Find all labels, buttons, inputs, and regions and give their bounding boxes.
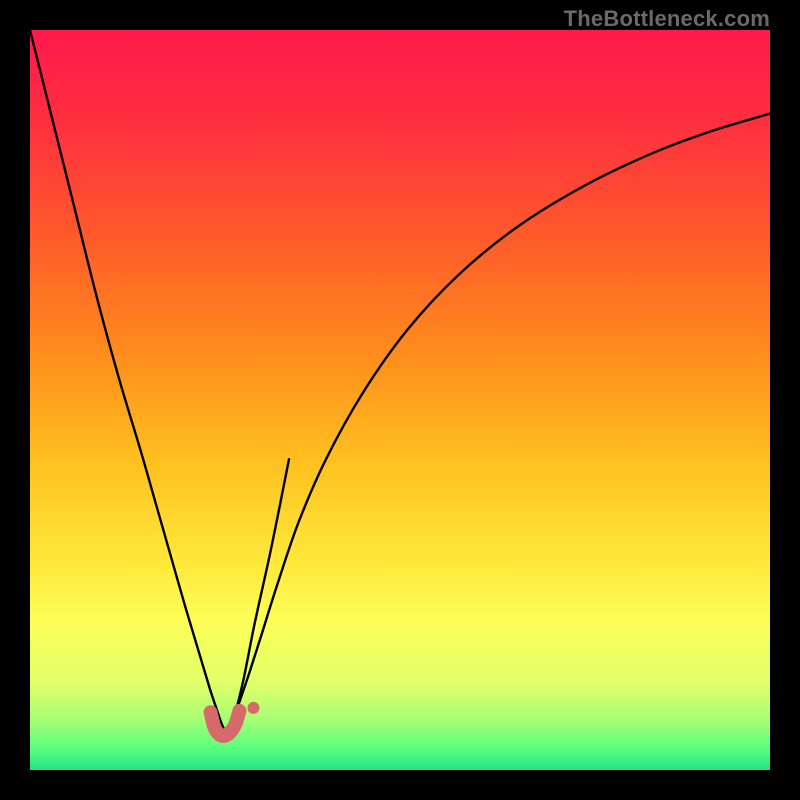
dip-extra-dot [247, 702, 259, 714]
left-curve [30, 30, 289, 732]
plot-area [30, 30, 770, 770]
curves-layer [30, 30, 770, 770]
right-curve [227, 114, 770, 732]
dip-marker [211, 711, 240, 736]
chart-frame: TheBottleneck.com [0, 0, 800, 800]
watermark-label: TheBottleneck.com [564, 6, 770, 32]
